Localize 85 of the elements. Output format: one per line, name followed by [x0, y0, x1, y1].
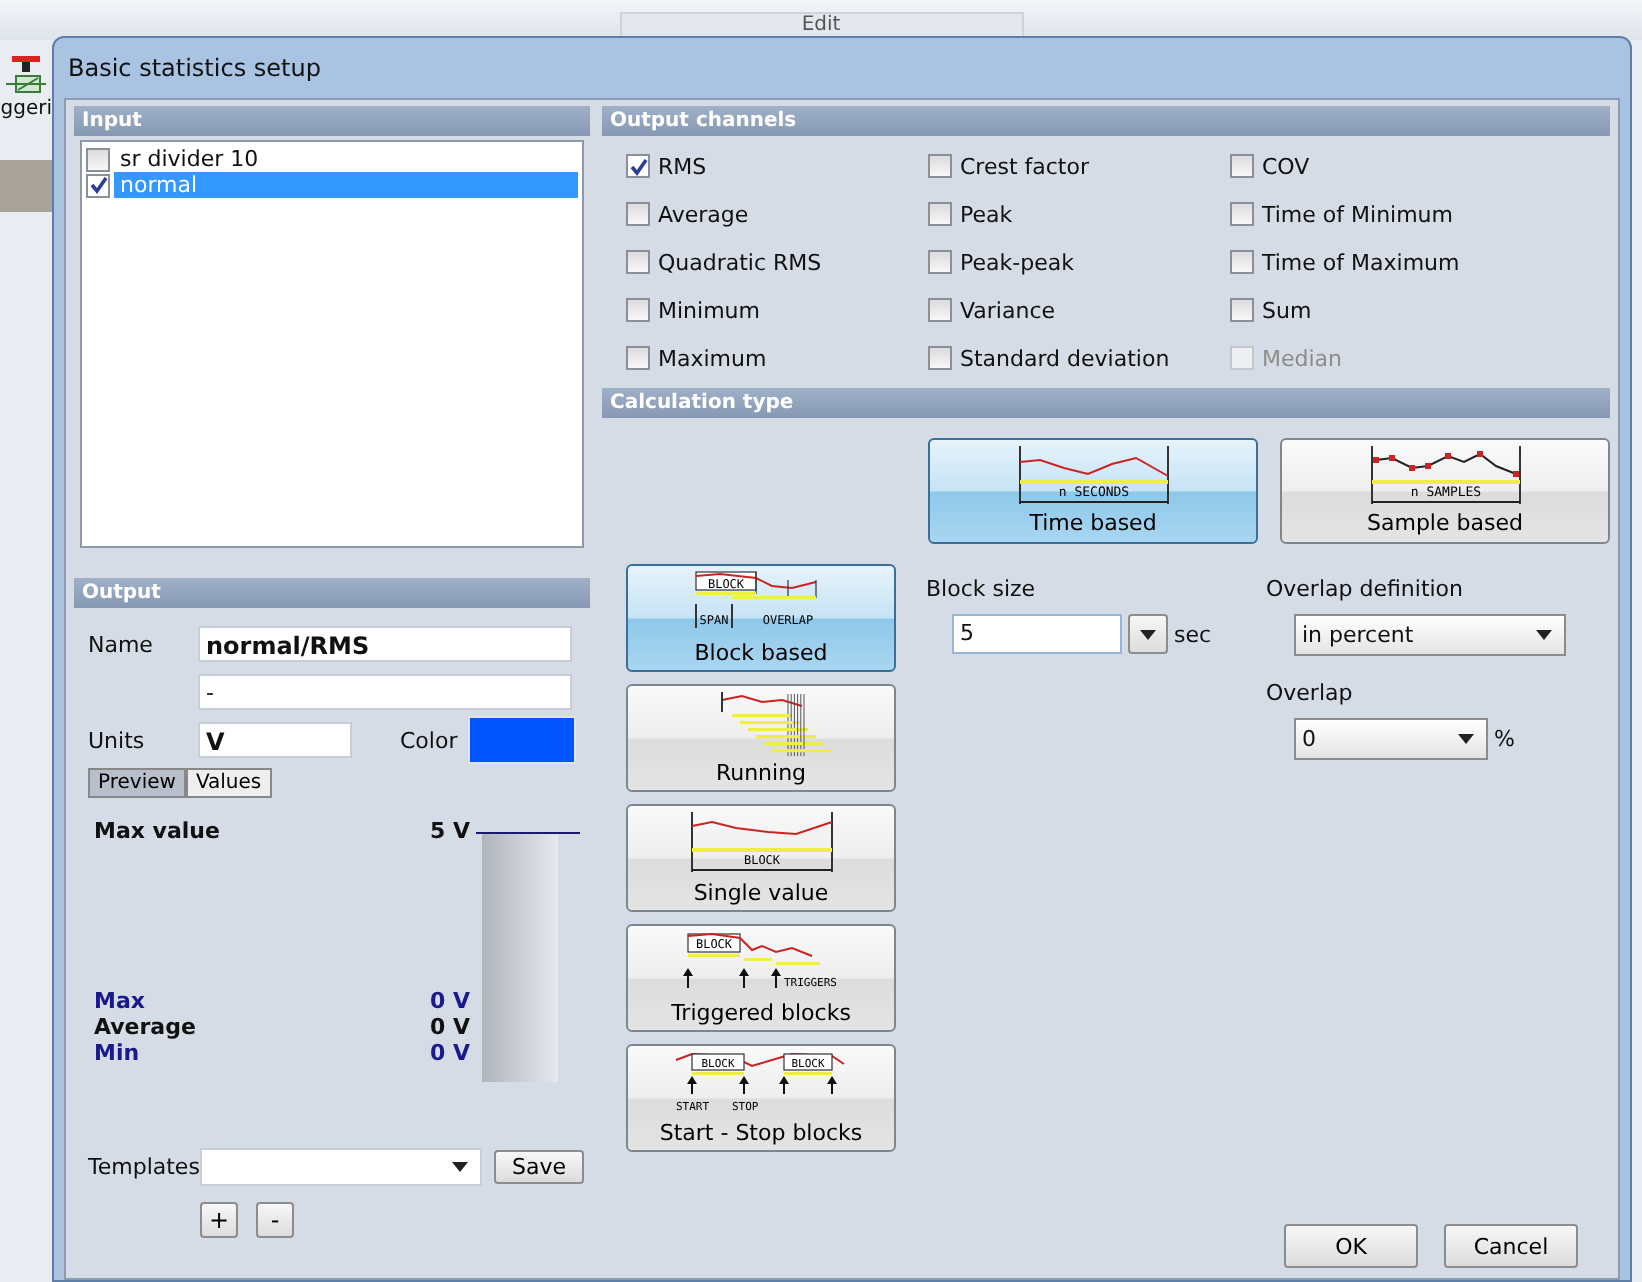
section-header: Output [74, 578, 590, 608]
checkbox[interactable] [1230, 154, 1254, 178]
checkbox-label[interactable]: RMS [658, 153, 707, 179]
stat-label: Min [94, 1040, 140, 1066]
stat-label: Max [94, 988, 145, 1014]
field-label: Overlap definition [1266, 576, 1466, 602]
arrow-icon [686, 1076, 696, 1095]
checkbox[interactable] [1230, 202, 1254, 226]
unit-label: sec [1174, 621, 1212, 647]
caret-icon [1140, 629, 1156, 639]
checkbox-label[interactable]: COV [1262, 153, 1310, 179]
checkbox[interactable] [626, 202, 650, 226]
caret-icon [452, 1161, 468, 1171]
arrow-icon [682, 968, 692, 989]
units-field[interactable]: V [198, 722, 352, 758]
checkbox[interactable] [86, 173, 110, 197]
name-field[interactable]: normal/RMS [198, 626, 572, 662]
arrow-icon [778, 1076, 788, 1095]
color-swatch[interactable] [468, 716, 576, 764]
remove-button[interactable]: - [256, 1202, 294, 1238]
arrow-icon [770, 968, 780, 989]
checkbox-label[interactable]: Time of Maximum [1262, 249, 1460, 275]
overlap-definition-dropdown[interactable]: in percent [1294, 614, 1566, 656]
checkbox-label[interactable]: Sum [1262, 297, 1312, 323]
checkbox-label[interactable]: Average [658, 201, 749, 227]
cancel-button[interactable]: Cancel [1444, 1224, 1578, 1268]
background-panel [0, 160, 52, 212]
stat-value: 0 V [430, 1040, 470, 1066]
checkbox[interactable] [626, 298, 650, 322]
arrow-icon [738, 1076, 748, 1095]
stat-label: Average [94, 1014, 196, 1040]
checkbox[interactable] [1230, 250, 1254, 274]
overlap-dropdown[interactable]: 0 [1294, 718, 1488, 760]
max-value-label: Max value [94, 818, 220, 844]
field-label: Templates [88, 1153, 200, 1179]
window-title: Basic statistics setup [68, 54, 321, 82]
stat-value: 0 V [430, 988, 470, 1014]
checkbox-label[interactable]: Crest factor [960, 153, 1089, 179]
field-label: Units [88, 727, 147, 753]
tab[interactable]: Preview [88, 768, 186, 798]
checkbox[interactable] [928, 346, 952, 370]
stat-value: 0 V [430, 1014, 470, 1040]
checkbox-label[interactable]: Peak-peak [960, 249, 1074, 275]
checkbox-label[interactable]: Minimum [658, 297, 760, 323]
block-size-field[interactable]: 5 [952, 614, 1122, 654]
checkbox-label[interactable]: Standard deviation [960, 345, 1170, 371]
save-button[interactable]: Save [494, 1149, 585, 1183]
dropdown-button[interactable] [1128, 614, 1168, 654]
checkbox[interactable] [626, 346, 650, 370]
input-list-item[interactable]: sr divider 10 [86, 146, 578, 172]
checkbox[interactable] [928, 154, 952, 178]
field-label: Name [88, 631, 155, 657]
arrow-icon [738, 968, 748, 989]
checkbox[interactable] [928, 298, 952, 322]
checkbox-label[interactable]: Peak [960, 201, 1013, 227]
toolbar-label[interactable]: ggeri [0, 98, 52, 120]
templates-dropdown[interactable] [200, 1147, 482, 1185]
checkbox[interactable] [928, 250, 952, 274]
checkbox-label[interactable]: Maximum [658, 345, 767, 371]
trigger-icon[interactable] [6, 54, 46, 98]
checkbox[interactable] [86, 147, 110, 171]
max-value: 5 V [430, 818, 470, 844]
field-label: Overlap [1266, 680, 1355, 706]
add-button[interactable]: + [200, 1202, 238, 1238]
ok-button[interactable]: OK [1284, 1224, 1418, 1268]
checkbox[interactable] [1230, 298, 1254, 322]
field-label: Block size [926, 576, 1038, 602]
section-header: Output channels [602, 106, 1610, 136]
caret-icon [1536, 630, 1552, 640]
calc-method-button[interactable]: Running [626, 684, 896, 792]
unit-label: % [1494, 726, 1515, 752]
max-line [476, 832, 580, 834]
section-header: Input [74, 106, 590, 136]
field-label: Color [400, 727, 460, 753]
checkbox[interactable] [626, 154, 650, 178]
arrow-icon [826, 1076, 836, 1095]
checkbox-label[interactable]: Quadratic RMS [658, 249, 822, 275]
description-field[interactable]: - [198, 674, 572, 710]
checkbox-label[interactable]: Variance [960, 297, 1056, 323]
checkbox[interactable] [626, 250, 650, 274]
section-header: Calculation type [602, 388, 1610, 418]
checkbox[interactable] [928, 202, 952, 226]
tab[interactable]: Values [185, 768, 272, 798]
checkbox-label[interactable]: Time of Minimum [1262, 201, 1453, 227]
caret-icon [1458, 734, 1474, 744]
